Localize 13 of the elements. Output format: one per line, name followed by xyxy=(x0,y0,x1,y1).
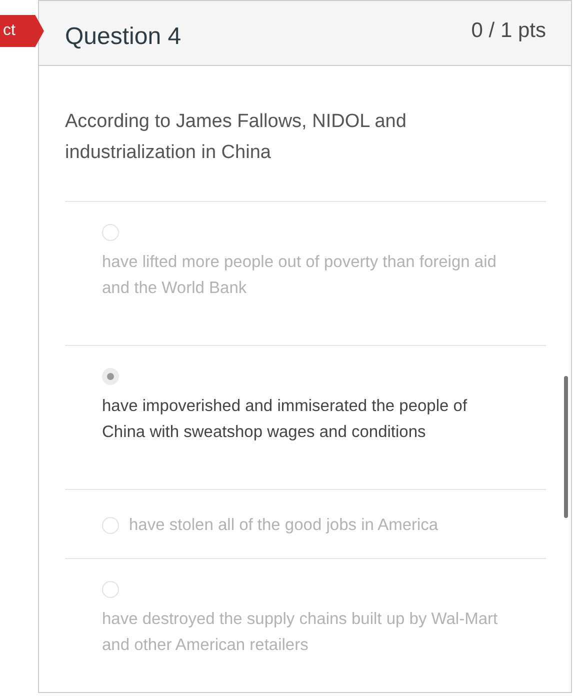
radio-button[interactable] xyxy=(102,224,119,241)
question-text: According to James Fallows, NIDOL and industrialization in China xyxy=(65,110,408,165)
scrollbar[interactable] xyxy=(564,376,568,518)
answer-text: have lifted more people out of poverty than foreign aid and the World Bank xyxy=(102,252,498,299)
answer-text: have stolen all of the good jobs in America xyxy=(129,515,438,536)
points-label: 0 / 1 pts xyxy=(471,19,546,44)
radio-button[interactable] xyxy=(102,516,119,534)
radio-button[interactable] xyxy=(102,581,119,598)
question-title: Question 4 xyxy=(65,23,182,52)
answer-text: have destroyed the supply chains built up by Wal-Mart and other American retailers xyxy=(102,609,499,656)
answer-text: have impoverished and immiserated the people of China with sweatshop wages and conditions xyxy=(102,396,468,443)
result-flag: ct xyxy=(0,15,44,47)
radio-button[interactable] xyxy=(102,368,119,385)
